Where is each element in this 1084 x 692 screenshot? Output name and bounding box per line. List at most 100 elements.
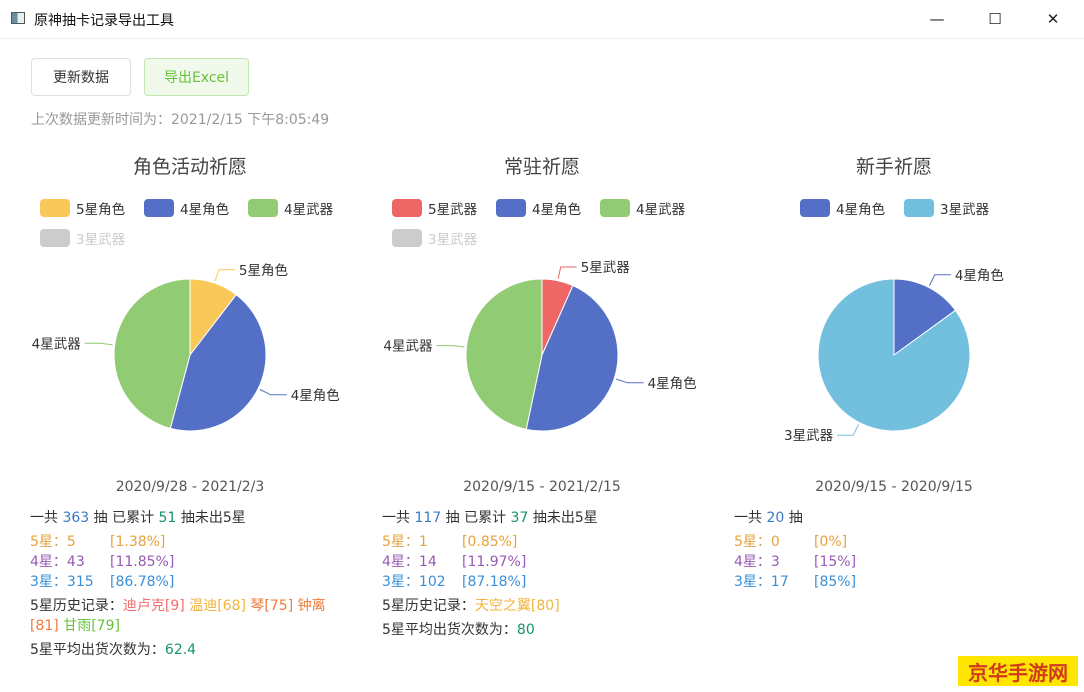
legend-item[interactable]: 5星角色	[40, 198, 125, 218]
five-star-history: 5星历史记录：天空之翼[80]	[382, 596, 700, 616]
legend-swatch	[248, 199, 278, 217]
star3-row: 3星：102 [87.18%]	[382, 572, 712, 592]
legend-swatch	[800, 199, 830, 217]
history-entry: 琴[75]	[250, 598, 294, 614]
five-star-history: 5星历史记录：迪卢克[9] 温迪[68] 琴[75] 钟离[81] 甘雨[79]	[30, 596, 348, 636]
legend-label: 4星武器	[284, 202, 334, 218]
legend-swatch	[904, 199, 934, 217]
star3-count: 3星：102	[382, 574, 446, 590]
window-title: 原神抽卡记录导出工具	[34, 13, 174, 29]
summary-row: 一共 363 抽 已累计 51 抽未出5星	[30, 508, 360, 528]
legend-item[interactable]: 4星武器	[248, 198, 333, 218]
pool-column-1: 角色活动祈愿 5星角色 4星角色 4星武器 3星武器 5星角色 4星角色 4星武器 2020/9…	[30, 140, 382, 680]
date-range: 2020/9/15 - 2020/9/15	[815, 479, 973, 495]
legend-label: 4星角色	[180, 202, 230, 218]
pie-label-line	[616, 378, 644, 384]
star4-row: 4星：43 [11.85%]	[30, 552, 360, 572]
total-pulls: 363	[62, 510, 90, 526]
average-row: 5星平均出货次数为：80	[382, 620, 712, 640]
pool-column-3: 新手祈愿 4星角色 3星武器 4星角色 3星武器 2020/9/15 - 2020/9/1…	[734, 140, 1084, 680]
star5-row: 5星：5 [1.38%]	[30, 532, 360, 552]
watermark-logo: 京华手游网	[958, 656, 1078, 686]
star3-row: 3星：315 [86.78%]	[30, 572, 360, 592]
average-label: 5星平均出货次数为：	[382, 622, 517, 638]
star5-count: 5星：5	[30, 534, 76, 550]
legend-item[interactable]: 3星武器	[40, 228, 125, 248]
legend-swatch	[496, 199, 526, 217]
pie-label-line	[436, 345, 465, 348]
legend-label: 4星武器	[636, 202, 686, 218]
star5-percent: [0.85%]	[462, 534, 518, 550]
pie-label-line	[837, 424, 860, 436]
pity-count: 37	[510, 510, 529, 526]
summary-mid: 抽 已累计	[441, 510, 511, 526]
star3-count: 3星：17	[734, 574, 789, 590]
pie-chart[interactable]: 4星角色 3星武器	[734, 258, 1064, 458]
app-icon	[11, 12, 25, 24]
star3-count: 3星：315	[30, 574, 94, 590]
summary-prefix: 一共	[30, 510, 63, 526]
last-update-time: 上次数据更新时间为：2021/2/15 下午8:05:49	[31, 112, 330, 128]
pie-slice-label: 4星武器	[32, 336, 82, 352]
average-label: 5星平均出货次数为：	[30, 642, 165, 658]
legend-label: 4星角色	[836, 202, 886, 218]
pie-slice-label: 5星武器	[581, 260, 631, 276]
star5-row: 5星：0 [0%]	[734, 532, 1064, 552]
pool-column-2: 常驻祈愿 5星武器 4星角色 4星武器 3星武器 5星武器 4星角色 4星武器 2020/9/1…	[382, 140, 734, 680]
legend-item[interactable]: 4星武器	[600, 198, 685, 218]
title-bar: 原神抽卡记录导出工具 — ☐ ✕	[0, 0, 1084, 39]
summary-prefix: 一共	[382, 510, 415, 526]
legend-item[interactable]: 4星角色	[496, 198, 581, 218]
pie-slice-label: 4星武器	[383, 339, 433, 355]
legend-label: 4星角色	[532, 202, 582, 218]
history-entry: 天空之翼[80]	[474, 598, 560, 614]
star4-row: 4星：3 [15%]	[734, 552, 1064, 572]
legend-swatch	[40, 229, 70, 247]
legend-item[interactable]: 5星武器	[392, 198, 477, 218]
star4-row: 4星：14 [11.97%]	[382, 552, 712, 572]
history-label: 5星历史记录：	[382, 598, 475, 614]
history-entry: 温迪[68]	[189, 598, 246, 614]
star5-count: 5星：1	[382, 534, 428, 550]
date-range: 2020/9/15 - 2021/2/15	[463, 479, 621, 495]
minimize-button[interactable]: —	[908, 0, 966, 38]
close-button[interactable]: ✕	[1024, 0, 1082, 38]
refresh-data-button[interactable]: 更新数据	[31, 58, 131, 96]
summary-row: 一共 20 抽	[734, 508, 1064, 528]
history-entry: 甘雨[79]	[63, 618, 120, 634]
star3-percent: [86.78%]	[110, 574, 175, 590]
export-excel-button[interactable]: 导出Excel	[144, 58, 249, 96]
legend-label: 3星武器	[76, 232, 126, 248]
pie-slice-label: 4星角色	[648, 375, 697, 392]
pie-slice-label: 5星角色	[239, 262, 288, 279]
pie-chart[interactable]: 5星武器 4星角色 4星武器	[382, 258, 712, 458]
pie-label-line	[214, 269, 235, 282]
star4-count: 4星：14	[382, 554, 437, 570]
maximize-button[interactable]: ☐	[966, 0, 1024, 38]
chart-title: 角色活动祈愿	[132, 156, 247, 178]
pie-slice-label: 4星角色	[291, 387, 340, 404]
star4-percent: [11.85%]	[110, 554, 175, 570]
history-label: 5星历史记录：	[30, 598, 123, 614]
legend-label: 5星武器	[428, 202, 478, 218]
summary-suffix: 抽未出5星	[176, 510, 246, 526]
star4-count: 4星：3	[734, 554, 780, 570]
pie-slice[interactable]	[465, 278, 543, 430]
pie-chart[interactable]: 5星角色 4星角色 4星武器	[30, 258, 360, 458]
pull-stats: 一共 363 抽 已累计 51 抽未出5星 5星：5 [1.38%] 4星：43 [11…	[30, 508, 360, 660]
star5-percent: [0%]	[814, 534, 848, 550]
legend-swatch	[144, 199, 174, 217]
chart-title: 常驻祈愿	[503, 156, 580, 178]
legend-item[interactable]: 4星角色	[144, 198, 229, 218]
pie-label-line	[84, 342, 113, 346]
legend-item[interactable]: 4星角色	[800, 198, 885, 218]
star5-row: 5星：1 [0.85%]	[382, 532, 712, 552]
summary-row: 一共 117 抽 已累计 37 抽未出5星	[382, 508, 712, 528]
summary-prefix: 一共	[734, 510, 767, 526]
legend-item[interactable]: 3星武器	[392, 228, 477, 248]
legend-item[interactable]: 3星武器	[904, 198, 989, 218]
average-row: 5星平均出货次数为：62.4	[30, 640, 360, 660]
legend-swatch	[392, 199, 422, 217]
pull-stats: 一共 20 抽 5星：0 [0%] 4星：3 [15%] 3星：17 [85%]	[734, 508, 1064, 592]
total-pulls: 20	[766, 510, 785, 526]
